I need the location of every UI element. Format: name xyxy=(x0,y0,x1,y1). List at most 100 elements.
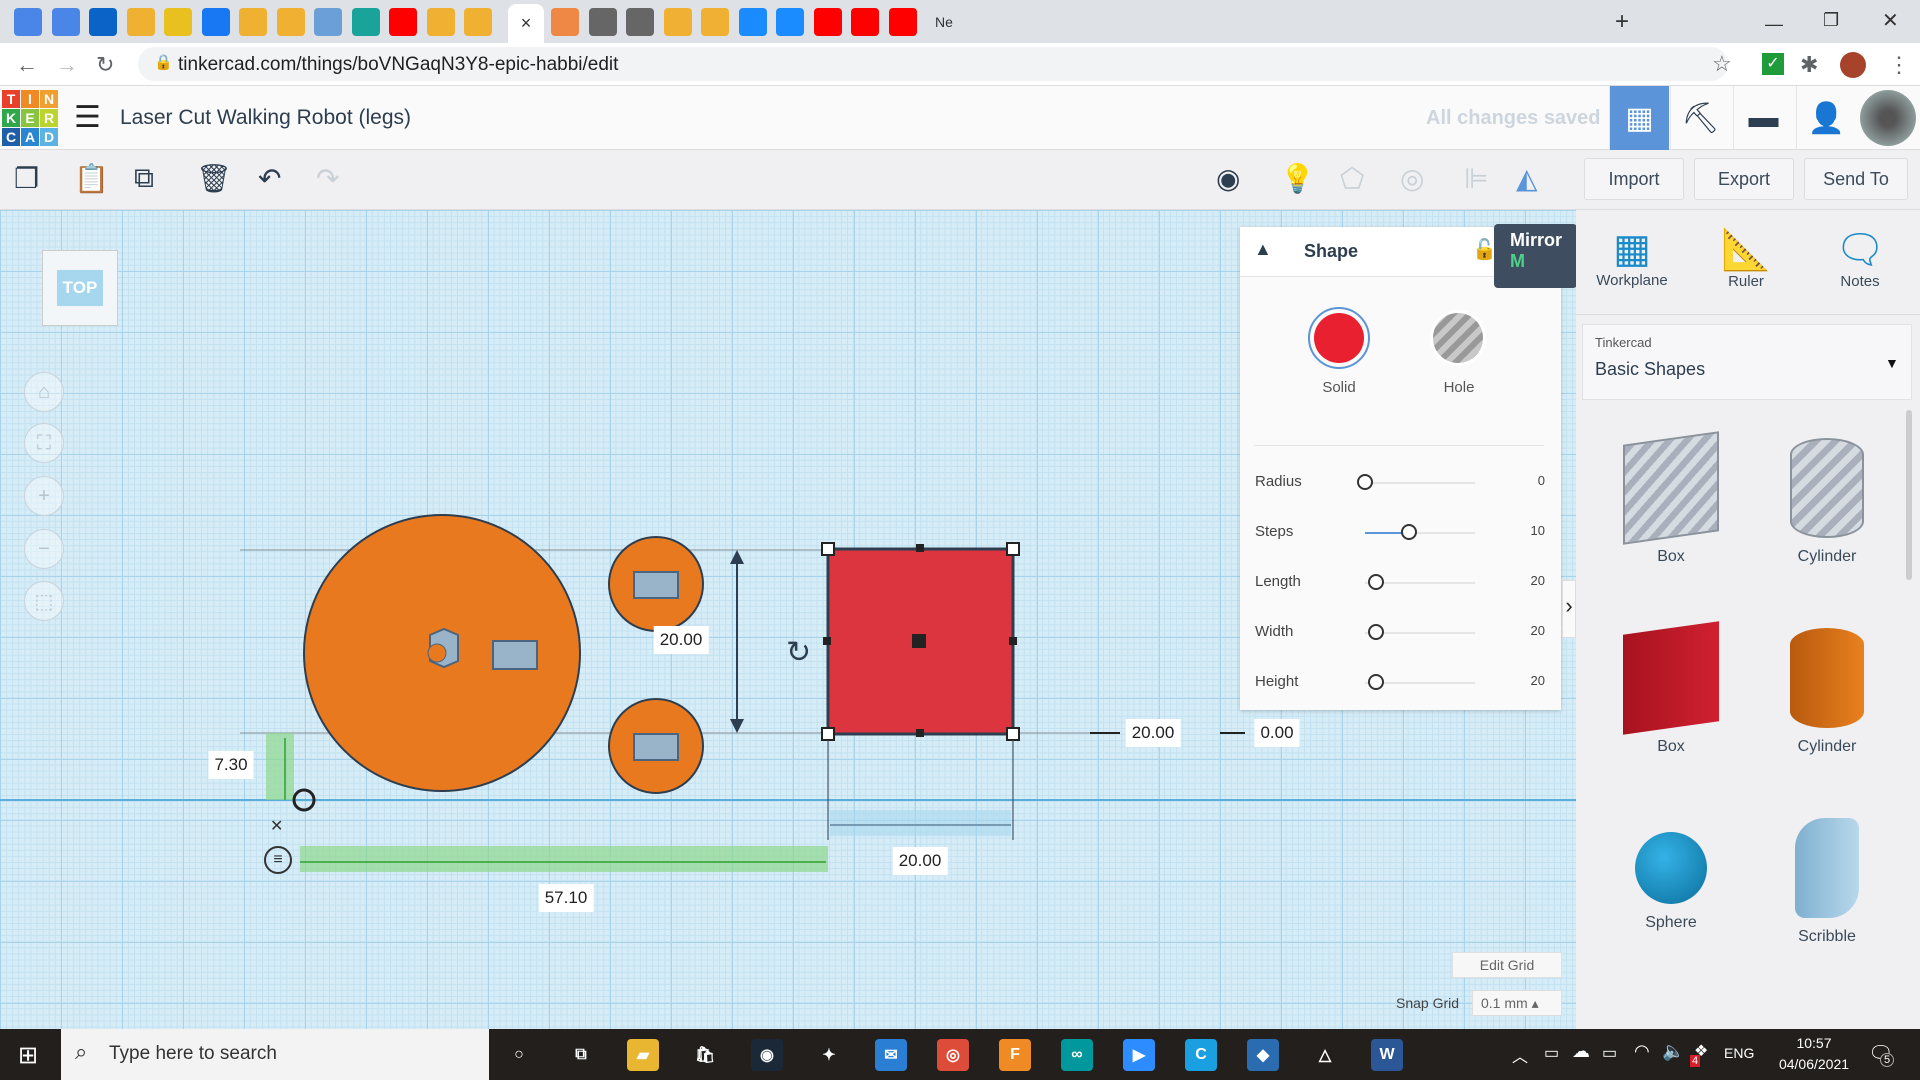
extensions-puzzle-icon[interactable]: ✱ xyxy=(1800,52,1818,78)
tab-google-translate-icon[interactable] xyxy=(51,8,80,36)
invite-user-button[interactable]: 👤 xyxy=(1796,86,1856,150)
param-slider[interactable] xyxy=(1357,474,1475,490)
bookmark-star-icon[interactable]: ☆ xyxy=(1712,51,1732,77)
slider-knob[interactable] xyxy=(1401,524,1417,540)
profile-avatar[interactable] xyxy=(1840,52,1866,78)
group-icon[interactable]: ⬠ xyxy=(1340,162,1364,195)
workplane-tool[interactable]: ▦ Workplane xyxy=(1582,226,1682,289)
taskbar-task-view-icon[interactable]: ⧉ xyxy=(565,1039,597,1071)
dim-offset-x[interactable]: 57.10 xyxy=(538,884,594,912)
reload-icon[interactable]: ↻ xyxy=(96,52,114,78)
dim-right-zero[interactable]: 0.00 xyxy=(1254,719,1300,747)
tab-tinkercad-avatar-icon[interactable] xyxy=(464,8,492,36)
tab-youtube-icon[interactable] xyxy=(389,8,417,36)
edit-grid-button[interactable]: Edit Grid xyxy=(1452,952,1562,978)
hole-button[interactable] xyxy=(1430,310,1486,366)
close-tab-icon[interactable]: × xyxy=(521,13,532,34)
snap-grid-select[interactable]: 0.1 mm ▴ xyxy=(1472,990,1562,1016)
tab-t-app-icon[interactable] xyxy=(776,8,804,36)
library-shape-scribble[interactable]: Scribble xyxy=(1762,818,1892,946)
taskbar-steam-icon[interactable]: ◉ xyxy=(751,1039,783,1071)
forward-icon[interactable]: → xyxy=(56,52,78,78)
tab-globe-icon[interactable] xyxy=(626,8,654,36)
cancel-dimension-icon[interactable]: ✕ xyxy=(270,816,283,836)
library-scrollbar[interactable] xyxy=(1906,410,1912,580)
onedrive-icon[interactable]: ☁ xyxy=(1572,1041,1590,1062)
slider-knob[interactable] xyxy=(1368,574,1384,590)
tab-tinkercad-avatar-icon[interactable] xyxy=(239,8,267,36)
light-bulb-icon[interactable]: 💡 xyxy=(1280,162,1315,195)
maximize-button[interactable]: ❐ xyxy=(1823,10,1839,31)
delete-icon[interactable]: 🗑 xyxy=(196,162,232,195)
panel-expand-button[interactable]: › xyxy=(1562,580,1576,638)
tab-google-translate-icon[interactable] xyxy=(14,8,42,36)
copy-icon[interactable]: ❐ xyxy=(14,162,39,195)
redo-icon[interactable]: ↷ xyxy=(316,162,339,195)
paste-icon[interactable]: 📋 xyxy=(74,162,109,195)
user-avatar[interactable] xyxy=(1860,90,1916,146)
meet-now-icon[interactable]: ▭ xyxy=(1544,1043,1559,1063)
taskbar-fusion-icon[interactable]: F xyxy=(999,1039,1031,1071)
tab-tinkercad-avatar-icon[interactable] xyxy=(276,8,305,36)
windows-start-icon[interactable]: ⊞ xyxy=(18,1041,38,1070)
param-slider[interactable] xyxy=(1365,674,1475,690)
dimension-menu-icon[interactable]: ≡ xyxy=(264,846,292,874)
taskbar-store-icon[interactable]: 🛍 xyxy=(689,1039,721,1071)
bricks-button[interactable]: ▬ xyxy=(1733,86,1793,150)
taskbar-cortana-icon[interactable]: ○ xyxy=(503,1039,535,1071)
collapse-caret-icon[interactable]: ▲ xyxy=(1254,239,1272,260)
import-button[interactable]: Import xyxy=(1584,158,1684,200)
back-icon[interactable]: ← xyxy=(16,52,38,78)
tab-c-app-icon[interactable] xyxy=(164,8,192,36)
extension-check-icon[interactable]: ✓ xyxy=(1762,53,1784,75)
notifications-icon[interactable]: 🗨 5 xyxy=(1868,1041,1895,1067)
export-button[interactable]: Export xyxy=(1694,158,1794,200)
tab-t-app-icon[interactable] xyxy=(738,8,767,36)
param-value[interactable]: 10 xyxy=(1531,523,1545,538)
dim-right-width[interactable]: 20.00 xyxy=(1125,719,1181,747)
taskbar-chrome-icon[interactable]: ◎ xyxy=(937,1039,969,1071)
wifi-icon[interactable]: ◠ xyxy=(1634,1041,1650,1062)
dropbox-icon[interactable]: ❖ 4 xyxy=(1690,1041,1708,1067)
tinkercad-logo[interactable]: TIN KER CAD xyxy=(2,90,58,146)
slider-knob[interactable] xyxy=(1357,474,1373,490)
param-slider[interactable] xyxy=(1365,624,1475,640)
tab-tinkercad-avatar-icon[interactable] xyxy=(126,8,155,36)
battery-icon[interactable]: ▭ xyxy=(1602,1043,1617,1063)
align-icon[interactable]: ⊫ xyxy=(1464,162,1488,195)
new-tab-button[interactable]: + xyxy=(1608,8,1636,36)
send-to-button[interactable]: Send To xyxy=(1804,158,1908,200)
taskbar-c-app-icon[interactable]: C xyxy=(1185,1039,1217,1071)
tab-youtube-icon[interactable] xyxy=(851,8,879,36)
menu-kebab-icon[interactable]: ⋮ xyxy=(1888,52,1910,78)
clock-date[interactable]: 04/06/2021 xyxy=(1770,1056,1858,1072)
design-list-icon[interactable]: ☰ xyxy=(74,100,101,135)
tab-globe-icon[interactable] xyxy=(588,8,617,36)
tab-tinkercad-avatar-icon[interactable] xyxy=(426,8,455,36)
param-value[interactable]: 0 xyxy=(1538,473,1545,488)
tab-tinkercad-icon[interactable] xyxy=(551,8,579,36)
tab-ne[interactable]: Ne xyxy=(930,8,958,36)
taskbar-zoom-icon[interactable]: ▶ xyxy=(1123,1039,1155,1071)
library-shape-cylinder[interactable]: Cylinder xyxy=(1762,438,1892,566)
tab-m-app-icon[interactable] xyxy=(314,8,342,36)
param-value[interactable]: 20 xyxy=(1531,623,1545,638)
ungroup-icon[interactable]: ◎ xyxy=(1400,162,1424,195)
taskbar-file-explorer-icon[interactable]: ▰ xyxy=(627,1039,659,1071)
clock-time[interactable]: 10:57 xyxy=(1776,1035,1852,1051)
volume-icon[interactable]: 🔈 xyxy=(1662,1041,1684,1062)
library-shape-box[interactable]: Box xyxy=(1606,621,1736,756)
dim-square-width[interactable]: 20.00 xyxy=(892,847,948,875)
active-tab[interactable]: × xyxy=(508,4,544,43)
taskbar-word-icon[interactable]: W xyxy=(1371,1039,1403,1071)
notes-tool[interactable]: 🗨 Notes xyxy=(1810,226,1910,290)
tab-autodesk-icon[interactable] xyxy=(351,8,380,36)
show-all-icon[interactable]: ◉ xyxy=(1216,162,1240,195)
param-slider[interactable] xyxy=(1365,574,1475,590)
tab-youtube-icon[interactable] xyxy=(813,8,842,36)
library-shape-sphere[interactable]: Sphere xyxy=(1606,818,1736,932)
param-value[interactable]: 20 xyxy=(1531,673,1545,688)
design-title[interactable]: Laser Cut Walking Robot (legs) xyxy=(120,106,411,130)
mirror-icon[interactable]: ◭ xyxy=(1516,162,1538,195)
param-value[interactable]: 20 xyxy=(1531,573,1545,588)
